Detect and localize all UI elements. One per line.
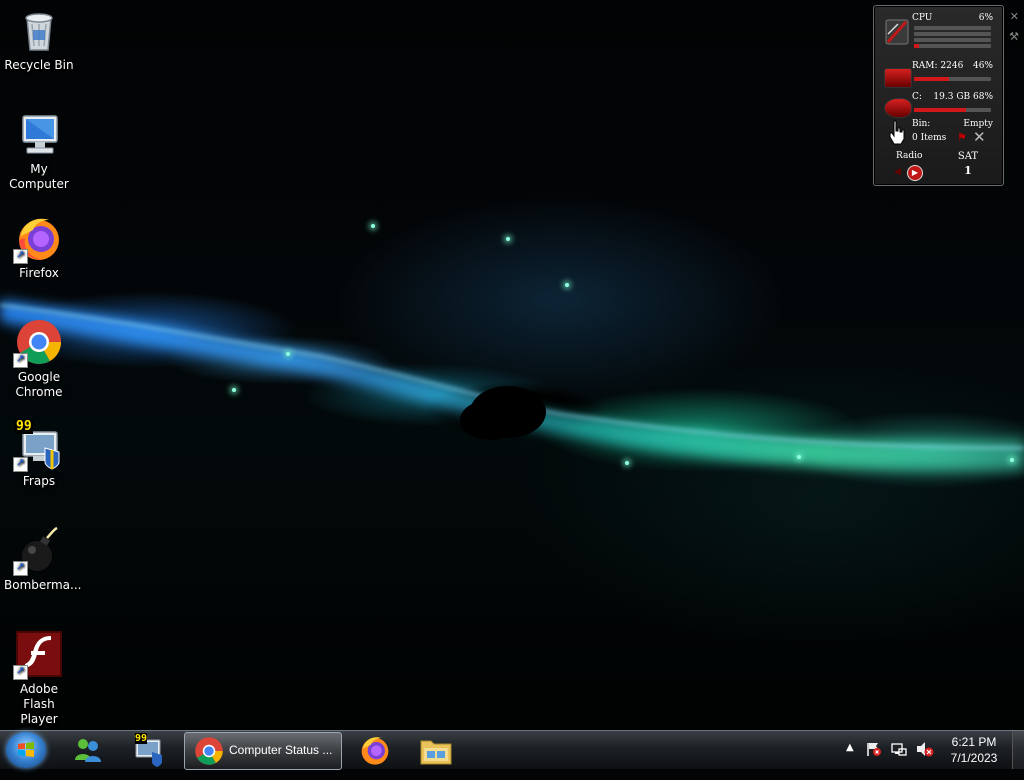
radio-prev-icon[interactable]: ◀: [894, 167, 901, 177]
computer-icon: [15, 110, 63, 158]
clock-time: 6:21 PM: [951, 735, 997, 749]
ram-chip-icon: [884, 68, 912, 88]
show-desktop-button[interactable]: [1012, 731, 1024, 769]
start-button[interactable]: [6, 732, 46, 768]
taskbar-fraps-button[interactable]: 99: [130, 732, 170, 768]
cpu-history-bar: [914, 32, 991, 36]
desktop-icon-label: Google Chrome: [15, 370, 63, 399]
radio-label: Radio: [896, 151, 923, 161]
cpu-history-bar: [914, 26, 991, 30]
windows-logo-icon: [18, 742, 34, 757]
shortcut-arrow-icon: ↗: [13, 457, 28, 472]
bomb-icon: ↗: [13, 526, 63, 576]
shortcut-arrow-icon: ↗: [13, 665, 28, 680]
computer-status-gadget[interactable]: CPU 6% ✕ ⚒ RAM: 2246 46% C: 19.3 GB 68% …: [873, 5, 1019, 186]
close-icon[interactable]: ✕: [1010, 10, 1019, 23]
star: [797, 455, 801, 459]
star: [286, 352, 290, 356]
desktop-icon-label: Bomberma...: [4, 578, 82, 592]
shortcut-arrow-icon: ↗: [13, 561, 28, 576]
show-hidden-icons-arrow[interactable]: ▲: [846, 742, 854, 780]
desktop-icon-firefox[interactable]: ↗ Firefox: [2, 208, 76, 281]
taskbar-explorer-button[interactable]: [416, 732, 456, 768]
radio-play-button[interactable]: ▶: [907, 165, 923, 181]
disk-usage-bar: [914, 108, 991, 112]
taskbar-chrome-window-button[interactable]: Computer Status ...: [184, 732, 342, 770]
ram-percent: 46%: [972, 61, 993, 71]
recycle-bin-icon: [15, 6, 63, 54]
ram-usage-fill: [914, 77, 950, 81]
taskbar-clock[interactable]: 6:21 PM 7/1/2023: [940, 734, 1008, 766]
folder-icon: [420, 740, 452, 765]
disk-usage-fill: [914, 108, 967, 112]
taskbar-firefox-button[interactable]: [355, 732, 395, 768]
messenger-icon: [75, 739, 101, 762]
shortcut-arrow-icon: ↗: [13, 249, 28, 264]
desktop-icon-label: Firefox: [19, 266, 59, 280]
fraps-fps-badge: 99: [15, 419, 33, 434]
bin-flag-icon[interactable]: ⚑: [957, 131, 967, 144]
flash-icon: ↗: [13, 630, 63, 680]
chrome-icon: [195, 737, 223, 765]
volume-muted-icon[interactable]: [916, 741, 934, 757]
desktop-icon-label: My Computer: [9, 162, 69, 191]
wrench-icon[interactable]: ⚒: [1009, 30, 1019, 43]
empty-bin-icon[interactable]: ✕: [973, 128, 986, 146]
shortcut-arrow-icon: ↗: [13, 353, 28, 368]
desktop-icon-label: Recycle Bin: [4, 58, 74, 72]
cpu-chip-icon: [884, 14, 910, 50]
hand-cursor-icon: [888, 119, 906, 145]
star: [1010, 458, 1014, 462]
desktop-icon-bomberman[interactable]: ↗ Bomberma...: [2, 520, 82, 593]
day-label: SAT: [957, 151, 979, 162]
desktop-icon-label: Fraps: [22, 474, 56, 488]
cpu-usage-fill: [914, 44, 919, 48]
cpu-percent: 6%: [978, 13, 993, 23]
disk-value: 19.3 GB 68%: [933, 92, 993, 102]
action-center-flag-icon[interactable]: [866, 741, 882, 757]
desktop-wallpaper: [0, 0, 1024, 730]
taskbar-messenger-button[interactable]: [70, 732, 110, 768]
cpu-history-bar: [914, 38, 991, 42]
nebula-band: [0, 300, 1024, 471]
ram-usage-bar: [914, 77, 991, 81]
star: [565, 283, 569, 287]
star: [625, 461, 629, 465]
desktop-icon-google-chrome[interactable]: ↗ Google Chrome: [2, 312, 76, 400]
clock-date: 7/1/2023: [950, 751, 998, 765]
desktop-icon-my-computer[interactable]: My Computer: [2, 104, 76, 192]
desktop-icon-adobe-flash-player[interactable]: ↗ Adobe Flash Player: [2, 624, 76, 727]
star: [506, 237, 510, 241]
fraps-icon: 99 ↗: [13, 419, 63, 472]
fraps-fps-badge: 99: [135, 733, 148, 744]
cpu-usage-bar: [914, 44, 991, 48]
chrome-icon: ↗: [13, 318, 63, 368]
disk-icon: [884, 98, 912, 118]
firefox-icon: ↗: [13, 214, 63, 264]
desktop-icon-recycle-bin[interactable]: Recycle Bin: [2, 0, 76, 73]
star: [232, 388, 236, 392]
firefox-icon: [361, 737, 389, 765]
date-label: 1: [964, 164, 972, 177]
star: [371, 224, 375, 228]
desktop-icon-fraps[interactable]: 99 ↗ Fraps: [2, 416, 76, 489]
desktop-icon-label: Adobe Flash Player: [20, 682, 58, 726]
window-title: Computer Status ...: [229, 743, 333, 757]
taskbar: 99 Computer Status ... ▲ 6:21 PM 7/1/202…: [0, 730, 1024, 770]
network-icon[interactable]: [891, 741, 907, 757]
